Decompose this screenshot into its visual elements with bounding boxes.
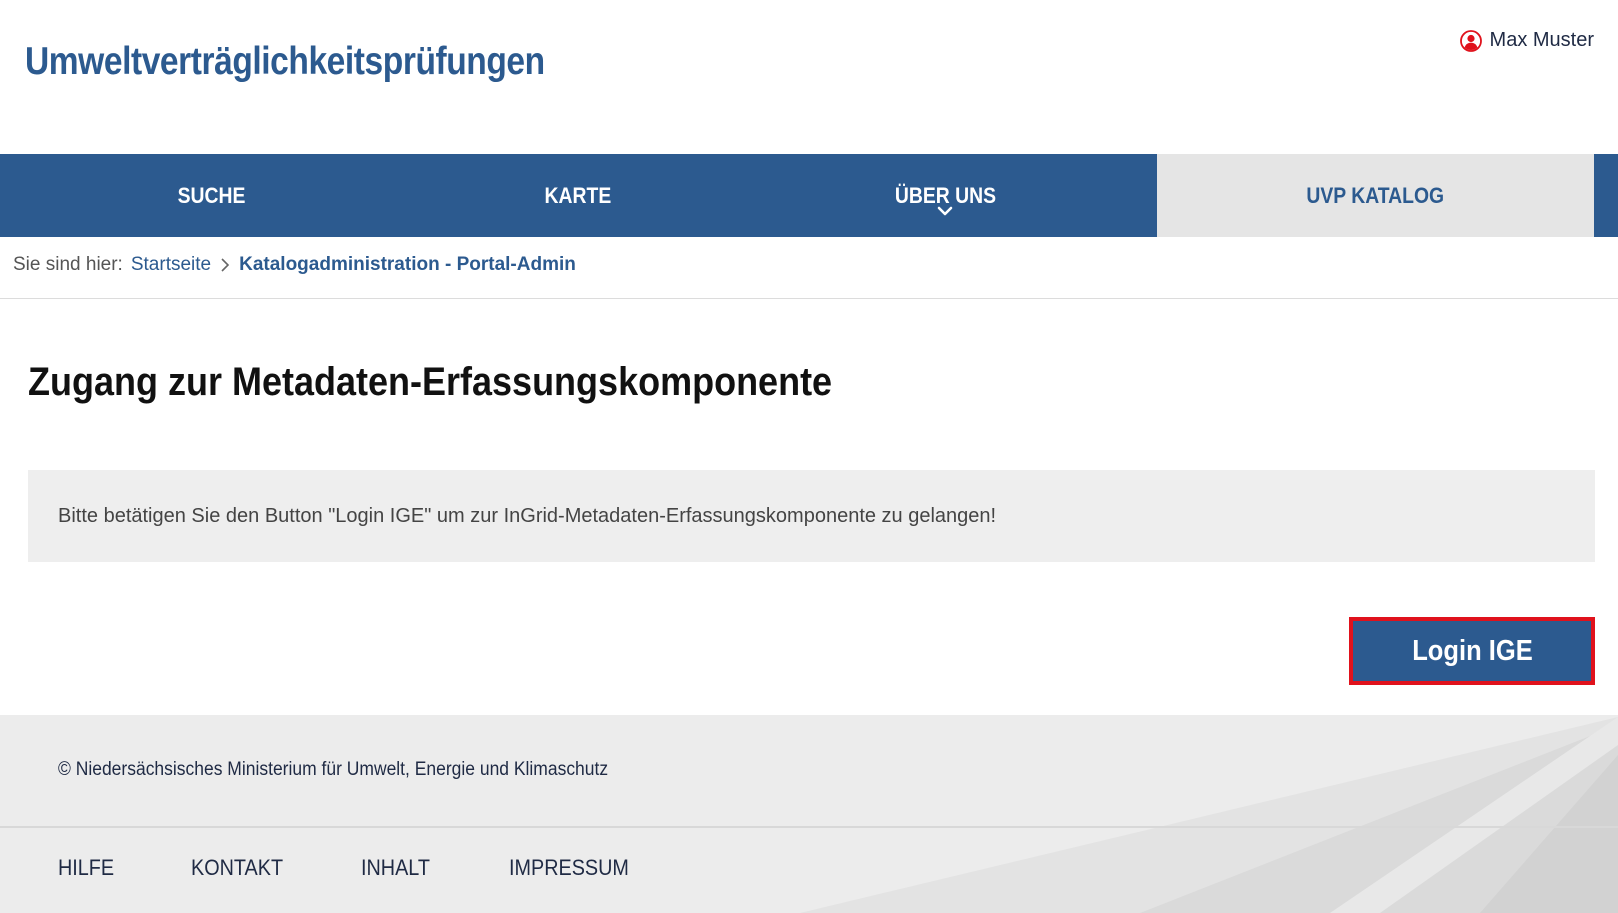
footer-divider	[0, 826, 1618, 828]
nav-item-label: SUCHE	[177, 182, 246, 208]
chevron-down-icon	[937, 206, 953, 216]
page-title: Zugang zur Metadaten-Erfassungskomponent…	[28, 360, 833, 404]
nav-item-suche[interactable]: SUCHE	[0, 154, 423, 237]
breadcrumb: Sie sind hier: Startseite Katalogadminis…	[13, 254, 576, 276]
nav-item-uvp-katalog[interactable]: UVP KATALOG	[1157, 154, 1594, 237]
user-circle-icon	[1459, 29, 1482, 52]
copyright-text: © Niedersächsisches Ministerium für Umwe…	[58, 759, 609, 780]
info-text: Bitte betätigen Sie den Button "Login IG…	[58, 504, 997, 527]
nav-item-label: UVP KATALOG	[1306, 182, 1445, 208]
footer-link-label: KONTAKT	[191, 855, 284, 880]
footer-links: HILFE KONTAKT INHALT IMPRESSUM	[58, 855, 649, 881]
footer-link-inhalt[interactable]: INHALT	[361, 855, 509, 881]
login-ige-button[interactable]: Login IGE	[1349, 617, 1595, 685]
footer-link-label: INHALT	[361, 855, 430, 880]
chevron-right-icon	[221, 258, 230, 272]
breadcrumb-divider	[0, 298, 1618, 299]
nav-item-ueber-uns[interactable]: ÜBER UNS	[733, 154, 1157, 237]
footer-link-impressum[interactable]: IMPRESSUM	[509, 855, 649, 881]
footer-link-hilfe[interactable]: HILFE	[58, 855, 191, 881]
info-box: Bitte betätigen Sie den Button "Login IG…	[28, 470, 1595, 562]
site-title[interactable]: Umweltverträglichkeitsprüfungen	[25, 40, 545, 84]
nav-item-label: KARTE	[544, 182, 612, 208]
login-button-label: Login IGE	[1411, 634, 1533, 667]
footer-decoration	[800, 717, 1618, 913]
page: Umweltverträglichkeitsprüfungen Max Must…	[0, 0, 1618, 913]
user-menu[interactable]: Max Muster	[1459, 29, 1594, 52]
user-name: Max Muster	[1489, 29, 1594, 51]
breadcrumb-home-link[interactable]: Startseite	[131, 254, 211, 276]
nav-item-karte[interactable]: KARTE	[423, 154, 733, 237]
breadcrumb-current: Katalogadministration - Portal-Admin	[239, 254, 576, 275]
breadcrumb-prefix: Sie sind hier:	[13, 254, 123, 275]
nav-item-label: ÜBER UNS	[894, 182, 996, 208]
footer: © Niedersächsisches Ministerium für Umwe…	[0, 715, 1618, 913]
footer-link-label: HILFE	[58, 855, 115, 880]
main-nav: SUCHE KARTE ÜBER UNS UVP KATALOG	[0, 154, 1618, 237]
footer-link-kontakt[interactable]: KONTAKT	[191, 855, 361, 881]
footer-link-label: IMPRESSUM	[509, 855, 629, 880]
